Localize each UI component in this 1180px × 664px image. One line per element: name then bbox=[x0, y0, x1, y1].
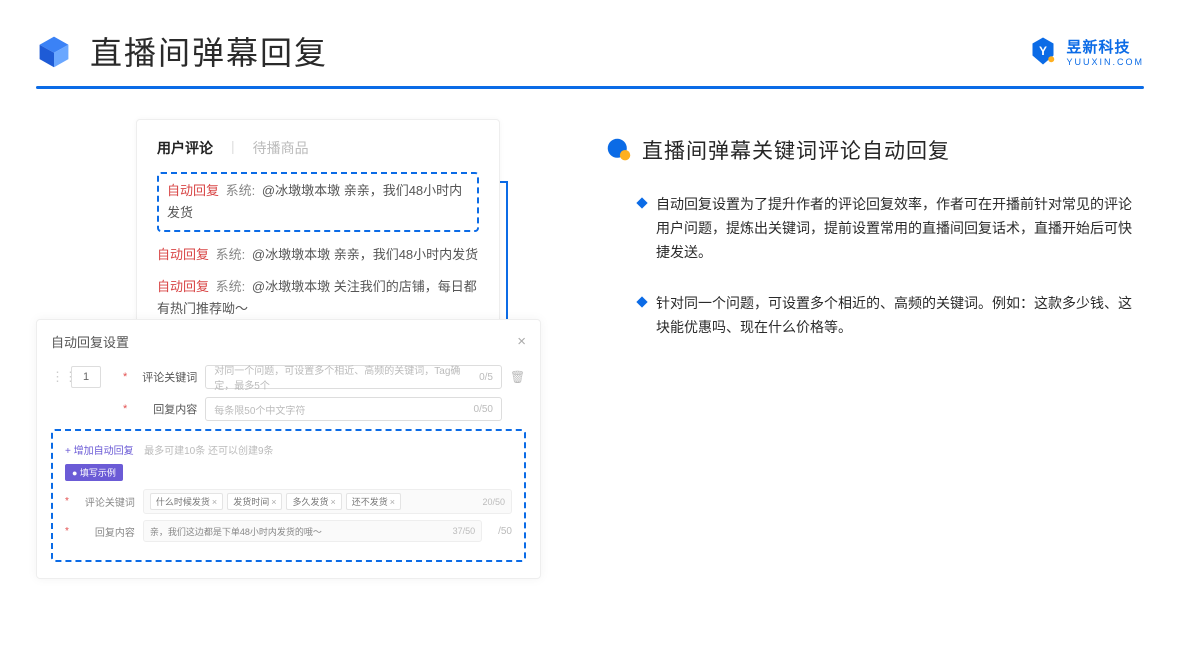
example-reply-field[interactable]: 亲，我们这边都是下单48小时内发货的哦～ 37/50 bbox=[143, 520, 482, 542]
keyword-input[interactable]: 对同一个问题，可设置多个相近、高频的关键词，Tag确定，最多5个 0/5 bbox=[205, 365, 502, 389]
keyword-label: 评论关键词 bbox=[137, 369, 197, 385]
comment-row: 自动回复 系统: @冰墩墩本墩 亲亲，我们48小时内发货 bbox=[157, 244, 479, 266]
close-icon[interactable]: × bbox=[517, 333, 526, 350]
diamond-icon bbox=[636, 197, 647, 208]
comments-panel: 用户评论 | 待播商品 自动回复 系统: @冰墩墩本墩 亲亲，我们48小时内发货… bbox=[136, 119, 500, 349]
required-mark: * bbox=[123, 371, 127, 383]
diamond-icon bbox=[636, 297, 647, 308]
highlighted-comment: 自动回复 系统: @冰墩墩本墩 亲亲，我们48小时内发货 bbox=[157, 172, 479, 232]
brand-logo: Y 昱新科技 YUUXIN.COM bbox=[1028, 36, 1144, 67]
settings-title: 自动回复设置 bbox=[51, 332, 129, 351]
rule-index: 1 bbox=[71, 366, 101, 388]
add-auto-reply-link[interactable]: + 增加自动回复 bbox=[65, 442, 134, 457]
auto-reply-badge: 自动回复 bbox=[157, 247, 209, 262]
example-reply-count: 37/50 bbox=[453, 526, 476, 536]
required-mark: * bbox=[123, 403, 127, 415]
cube-icon bbox=[36, 33, 72, 69]
required-mark: * bbox=[65, 496, 69, 507]
keyword-placeholder: 对同一个问题，可设置多个相近、高频的关键词，Tag确定，最多5个 bbox=[214, 362, 479, 392]
reply-label: 回复内容 bbox=[137, 401, 197, 417]
page-title: 直播间弹幕回复 bbox=[90, 28, 328, 74]
auto-reply-settings-panel: 自动回复设置 × ⋮⋮ 1 * 评论关键词 对同一个问题，可设置多个相近、高频的… bbox=[36, 319, 541, 579]
example-keyword-label: 评论关键词 bbox=[79, 494, 135, 509]
auto-reply-badge: 自动回复 bbox=[157, 279, 209, 294]
keyword-count: 0/5 bbox=[479, 372, 493, 383]
outer-count: /50 bbox=[498, 526, 512, 537]
example-block: + 增加自动回复 最多可建10条 还可以创建9条 ● 填写示例 * 评论关键词 … bbox=[51, 429, 526, 562]
reply-placeholder: 每条限50个中文字符 bbox=[214, 402, 305, 417]
section-title: 直播间弹幕关键词评论自动回复 bbox=[642, 135, 950, 165]
tab-separator: | bbox=[231, 138, 235, 158]
system-label: 系统: bbox=[216, 247, 246, 262]
keyword-tag[interactable]: 什么时候发货 bbox=[150, 493, 223, 510]
example-badge: ● 填写示例 bbox=[65, 464, 123, 481]
reply-count: 0/50 bbox=[474, 404, 493, 415]
example-reply-text: 亲，我们这边都是下单48小时内发货的哦～ bbox=[150, 525, 322, 538]
comment-text: @冰墩墩本墩 亲亲，我们48小时内发货 bbox=[252, 247, 478, 262]
required-mark: * bbox=[65, 526, 69, 537]
logo-text: 昱新科技 bbox=[1066, 39, 1130, 56]
system-label: 系统: bbox=[216, 279, 246, 294]
keyword-tag[interactable]: 多久发货 bbox=[286, 493, 341, 510]
svg-text:Y: Y bbox=[1039, 44, 1047, 58]
auto-reply-badge: 自动回复 bbox=[167, 183, 219, 198]
header-divider bbox=[36, 86, 1144, 89]
comment-row: 自动回复 系统: @冰墩墩本墩 关注我们的店铺，每日都有热门推荐呦～ bbox=[157, 276, 479, 320]
bullet-text: 针对同一个问题，可设置多个相近的、高频的关键词。例如：这款多少钱、这块能优惠吗、… bbox=[656, 292, 1144, 340]
example-keyword-count: 20/50 bbox=[482, 497, 505, 507]
bullet-text: 自动回复设置为了提升作者的评论回复效率，作者可在开播前针对常见的评论用户问题，提… bbox=[656, 193, 1144, 264]
reply-input[interactable]: 每条限50个中文字符 0/50 bbox=[205, 397, 502, 421]
add-hint: 最多可建10条 还可以创建9条 bbox=[144, 446, 273, 457]
logo-subtext: YUUXIN.COM bbox=[1066, 57, 1144, 67]
keyword-tag[interactable]: 还不发货 bbox=[346, 493, 401, 510]
tab-pending-products[interactable]: 待播商品 bbox=[253, 138, 309, 158]
chat-bubble-icon bbox=[606, 137, 632, 163]
keyword-tag[interactable]: 发货时间 bbox=[227, 493, 282, 510]
drag-handle-icon[interactable]: ⋮⋮ bbox=[51, 369, 63, 385]
bullet-item: 自动回复设置为了提升作者的评论回复效率，作者可在开播前针对常见的评论用户问题，提… bbox=[606, 193, 1144, 264]
system-label: 系统: bbox=[226, 183, 256, 198]
tab-user-comments[interactable]: 用户评论 bbox=[157, 138, 213, 158]
bullet-item: 针对同一个问题，可设置多个相近的、高频的关键词。例如：这款多少钱、这块能优惠吗、… bbox=[606, 292, 1144, 340]
example-keyword-tags[interactable]: 什么时候发货 发货时间 多久发货 还不发货 20/50 bbox=[143, 489, 512, 514]
example-reply-label: 回复内容 bbox=[79, 524, 135, 539]
delete-icon[interactable]: 🗑 bbox=[510, 370, 526, 384]
